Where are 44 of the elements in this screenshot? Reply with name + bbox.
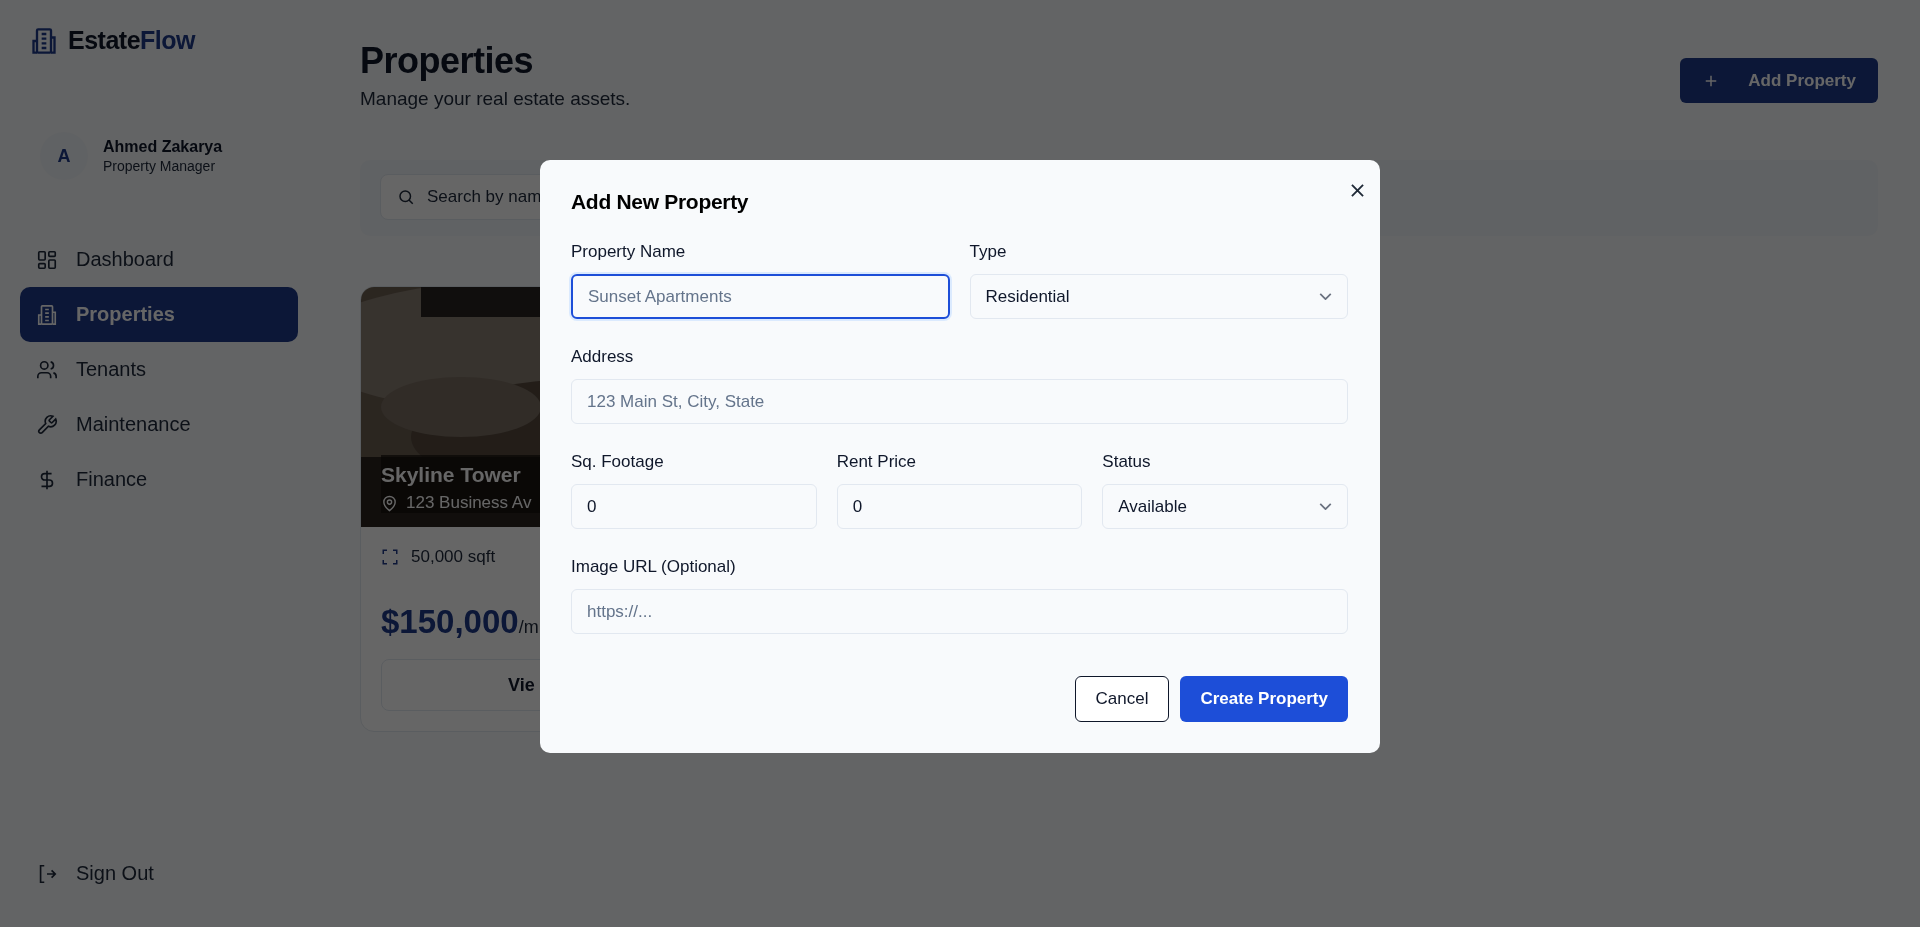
nav-item[interactable]: Maintenance (20, 397, 207, 452)
nav-item[interactable]: Properties (20, 287, 298, 342)
sign-out-link[interactable]: Sign Out (20, 846, 170, 901)
search-icon (397, 188, 415, 206)
text-input[interactable]: 0 (571, 484, 817, 529)
create-property-button[interactable]: Create Property (1180, 676, 1348, 722)
select-field[interactable]: Residential (969, 274, 1348, 319)
close-icon (1351, 184, 1364, 197)
page-subtitle: Manage your real estate assets. (360, 88, 631, 110)
property-name: Skyline Tower (381, 463, 522, 487)
chevron-down-icon (1319, 293, 1332, 300)
map-pin-icon (381, 494, 398, 512)
page-title: Properties (360, 40, 535, 82)
users-icon (36, 358, 58, 381)
field-label: Rent Price (836, 452, 918, 472)
expand-icon (381, 548, 399, 566)
app-logo-text: EstateFlow (68, 26, 195, 55)
user-role: Property Manager (103, 158, 217, 174)
close-button[interactable] (1349, 182, 1366, 199)
nav-item[interactable]: Dashboard (20, 232, 190, 287)
field-label: Status (1102, 452, 1152, 472)
add-property-button[interactable]: Add Property (1680, 58, 1878, 103)
field-label: Sq. Footage (571, 452, 665, 472)
grid-icon (36, 248, 58, 271)
nav-item[interactable]: Finance (20, 452, 164, 507)
dialog-title: Add New Property (571, 190, 749, 214)
price-unit: /m (518, 617, 539, 637)
property-address: 123 Business Av (406, 493, 532, 513)
field-label: Type (969, 242, 1008, 262)
field-label: Property Name (571, 242, 687, 262)
property-area: 50,000 sqft (411, 547, 496, 567)
field-label: Address (571, 347, 635, 367)
nav-item[interactable]: Tenants (20, 342, 163, 397)
building-icon (30, 26, 58, 55)
cancel-button[interactable]: Cancel (1074, 676, 1170, 722)
property-price: $150,000 (381, 603, 519, 641)
select-field[interactable]: Available (1102, 484, 1348, 529)
text-input[interactable]: 0 (836, 484, 1083, 529)
building-icon (36, 303, 58, 326)
user-name: Ahmed Zakarya (103, 138, 223, 156)
field-label: Image URL (Optional) (571, 557, 737, 577)
chevron-down-icon (1319, 503, 1332, 510)
wrench-icon (36, 413, 58, 436)
text-input[interactable]: Sunset Apartments (571, 274, 950, 319)
